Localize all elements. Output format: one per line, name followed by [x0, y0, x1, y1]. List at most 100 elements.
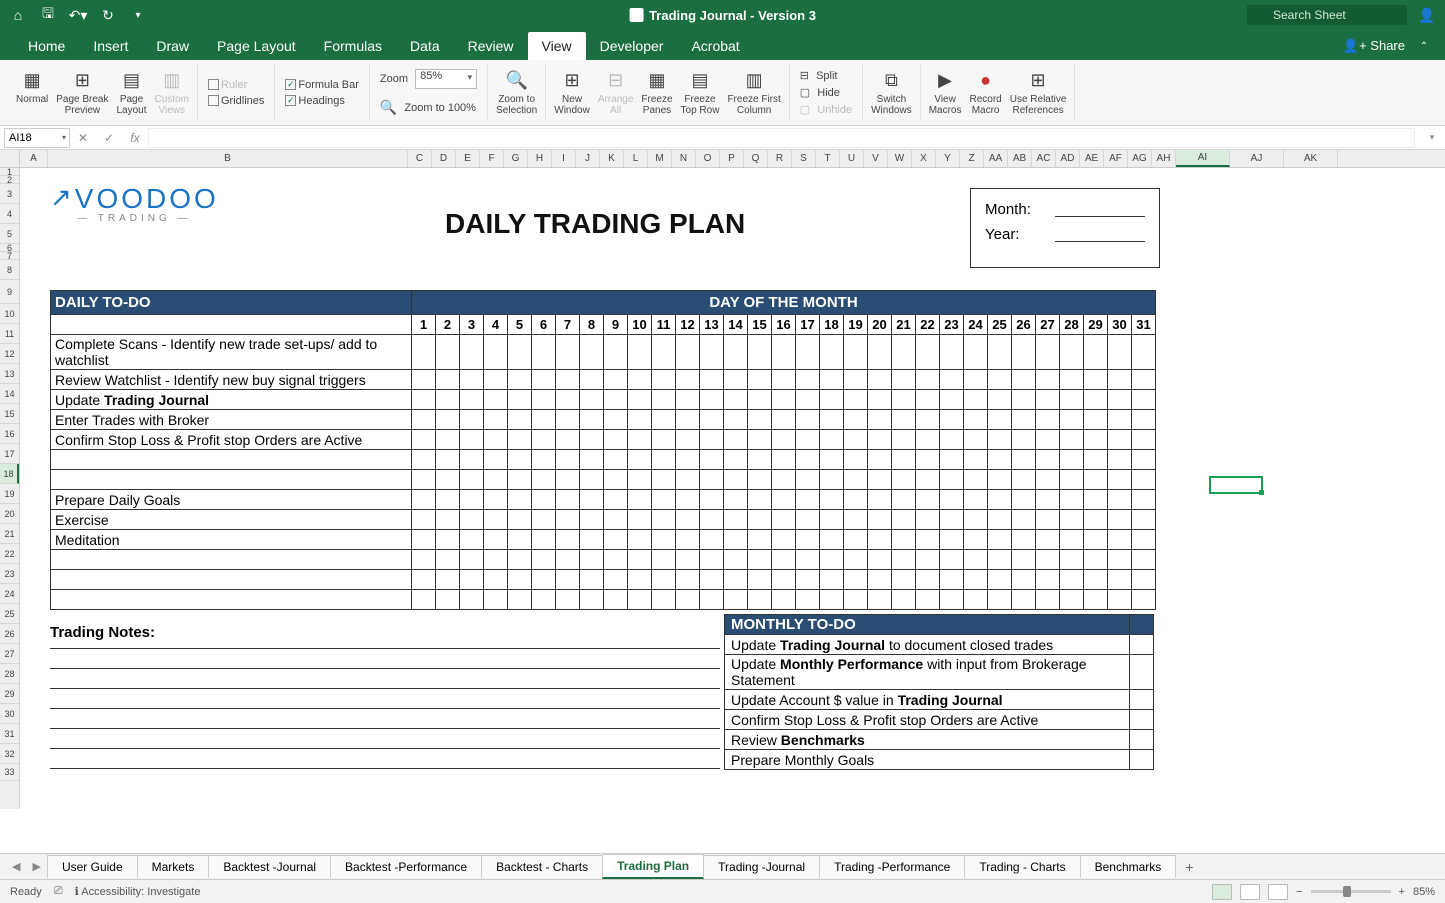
check-cell[interactable] [1130, 690, 1154, 710]
page-break-preview-button[interactable]: ⊞Page Break Preview [54, 68, 110, 118]
col-header-AA[interactable]: AA [984, 150, 1008, 167]
day-cell[interactable] [1036, 470, 1060, 490]
day-cell[interactable] [1132, 335, 1156, 370]
day-cell[interactable] [868, 490, 892, 510]
day-cell[interactable] [484, 530, 508, 550]
col-header-B[interactable]: B [48, 150, 408, 167]
tab-nav-prev[interactable]: ◀ [6, 860, 26, 873]
day-cell[interactable] [532, 335, 556, 370]
day-cell[interactable] [820, 370, 844, 390]
day-cell[interactable] [892, 335, 916, 370]
day-cell[interactable] [652, 550, 676, 570]
day-cell[interactable] [1132, 530, 1156, 550]
table-row[interactable]: Enter Trades with Broker [51, 410, 1156, 430]
redo-icon[interactable]: ↻ [98, 5, 118, 25]
day-cell[interactable] [604, 530, 628, 550]
row-header-28[interactable]: 28 [0, 664, 19, 684]
row-header-7[interactable]: 7 [0, 252, 19, 260]
col-header-AE[interactable]: AE [1080, 150, 1104, 167]
day-cell[interactable] [724, 410, 748, 430]
col-header-E[interactable]: E [456, 150, 480, 167]
sheet-tab-backtest-performance[interactable]: Backtest -Performance [330, 855, 482, 878]
day-cell[interactable] [604, 430, 628, 450]
row-header-16[interactable]: 16 [0, 424, 19, 444]
col-header-AG[interactable]: AG [1128, 150, 1152, 167]
row-header-20[interactable]: 20 [0, 504, 19, 524]
day-cell[interactable] [748, 490, 772, 510]
day-cell[interactable] [556, 370, 580, 390]
day-cell[interactable] [724, 590, 748, 610]
col-header-L[interactable]: L [624, 150, 648, 167]
day-cell[interactable] [604, 390, 628, 410]
day-cell[interactable] [580, 430, 604, 450]
day-cell[interactable] [1060, 570, 1084, 590]
day-cell[interactable] [460, 450, 484, 470]
col-header-AI[interactable]: AI [1176, 150, 1230, 167]
day-cell[interactable] [964, 450, 988, 470]
day-cell[interactable] [964, 590, 988, 610]
normal-view-icon[interactable] [1212, 884, 1232, 900]
undo-icon[interactable]: ↶▾ [68, 5, 88, 25]
day-cell[interactable] [772, 570, 796, 590]
day-cell[interactable] [580, 530, 604, 550]
day-cell[interactable] [1084, 550, 1108, 570]
day-cell[interactable] [580, 550, 604, 570]
row-header-2[interactable]: 2 [0, 176, 19, 184]
day-cell[interactable] [844, 530, 868, 550]
day-cell[interactable] [916, 510, 940, 530]
day-cell[interactable] [1132, 570, 1156, 590]
day-cell[interactable] [1060, 410, 1084, 430]
zoom-selection-button[interactable]: 🔍Zoom to Selection [494, 68, 539, 118]
day-cell[interactable] [796, 590, 820, 610]
col-header-AD[interactable]: AD [1056, 150, 1080, 167]
row-header-17[interactable]: 17 [0, 444, 19, 464]
day-cell[interactable] [820, 410, 844, 430]
day-cell[interactable] [1060, 490, 1084, 510]
day-cell[interactable] [556, 570, 580, 590]
day-cell[interactable] [412, 335, 436, 370]
day-cell[interactable] [652, 490, 676, 510]
day-cell[interactable] [604, 590, 628, 610]
day-cell[interactable] [916, 370, 940, 390]
day-cell[interactable] [964, 370, 988, 390]
day-cell[interactable] [484, 430, 508, 450]
day-cell[interactable] [988, 530, 1012, 550]
day-cell[interactable] [532, 370, 556, 390]
day-cell[interactable] [580, 390, 604, 410]
day-cell[interactable] [628, 590, 652, 610]
day-cell[interactable] [916, 530, 940, 550]
day-cell[interactable] [700, 510, 724, 530]
day-cell[interactable] [436, 490, 460, 510]
table-row[interactable]: Review Benchmarks [725, 730, 1154, 750]
day-cell[interactable] [628, 370, 652, 390]
day-cell[interactable] [964, 510, 988, 530]
day-cell[interactable] [532, 510, 556, 530]
day-cell[interactable] [820, 590, 844, 610]
formula-bar-checkbox[interactable]: ✓Formula Bar [285, 78, 359, 92]
day-cell[interactable] [556, 550, 580, 570]
day-cell[interactable] [748, 370, 772, 390]
fx-icon[interactable]: fx [126, 129, 144, 147]
day-cell[interactable] [748, 470, 772, 490]
search-input[interactable] [1247, 5, 1407, 25]
day-cell[interactable] [1108, 450, 1132, 470]
day-cell[interactable] [700, 390, 724, 410]
day-cell[interactable] [580, 510, 604, 530]
day-cell[interactable] [1060, 590, 1084, 610]
day-cell[interactable] [796, 390, 820, 410]
day-cell[interactable] [1084, 370, 1108, 390]
day-cell[interactable] [628, 450, 652, 470]
table-row[interactable]: Prepare Daily Goals [51, 490, 1156, 510]
day-cell[interactable] [796, 530, 820, 550]
day-cell[interactable] [916, 490, 940, 510]
day-cell[interactable] [844, 570, 868, 590]
day-cell[interactable] [1084, 590, 1108, 610]
add-sheet-button[interactable]: + [1175, 855, 1203, 879]
day-cell[interactable] [580, 370, 604, 390]
day-cell[interactable] [556, 530, 580, 550]
day-cell[interactable] [676, 410, 700, 430]
day-cell[interactable] [868, 550, 892, 570]
col-header-W[interactable]: W [888, 150, 912, 167]
day-cell[interactable] [412, 530, 436, 550]
day-cell[interactable] [988, 590, 1012, 610]
